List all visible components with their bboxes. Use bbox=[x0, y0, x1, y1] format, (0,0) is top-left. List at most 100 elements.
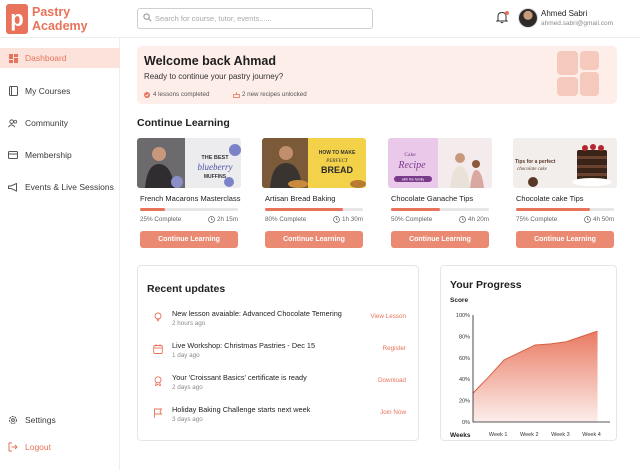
clock-icon bbox=[333, 216, 340, 223]
thumbnail-text: PERFECT bbox=[325, 159, 349, 164]
user-name[interactable]: Ahmed Sabri bbox=[541, 9, 587, 18]
progress-chart: 0% 20% 40% 60% 80% 100% Week 1 Week 2 Week 3 Week… bbox=[456, 313, 610, 438]
settings-label: Settings bbox=[25, 415, 56, 425]
x-tick-label: Week 1 bbox=[489, 432, 508, 438]
welcome-title: Welcome back Ahmad bbox=[144, 54, 276, 68]
course-duration: 1h 30m bbox=[333, 216, 363, 223]
course-card[interactable]: Tips for a perfect chocolate cake Chocol… bbox=[513, 138, 617, 250]
update-date: 3 days ago bbox=[172, 416, 203, 423]
sidebar-item-events[interactable]: Events & Live Sessions bbox=[0, 177, 120, 197]
thumbnail-text: Tips for a perfect bbox=[515, 159, 556, 165]
course-card[interactable]: HOW TO MAKE PERFECT BREAD Artisan Bread … bbox=[262, 138, 366, 250]
update-text: Your 'Croissant Basics' certificate is r… bbox=[172, 373, 307, 382]
users-icon bbox=[8, 118, 18, 128]
card-icon bbox=[8, 150, 18, 160]
recipes-unlocked-text: 2 new recipes unlocked bbox=[242, 91, 307, 98]
course-percent: 75% Complete bbox=[516, 216, 558, 223]
sidebar-item-membership[interactable]: Membership bbox=[0, 145, 120, 165]
course-progress-fill bbox=[265, 208, 344, 211]
welcome-banner: Welcome back Ahmad Ready to continue you… bbox=[137, 46, 617, 104]
course-duration: 4h 50m bbox=[584, 216, 614, 223]
brand-name-line1: Pastry bbox=[32, 5, 71, 19]
y-tick-label: 40% bbox=[459, 377, 470, 383]
sidebar-item-community[interactable]: Community bbox=[0, 113, 120, 133]
course-duration-text: 4h 50m bbox=[592, 216, 614, 223]
progress-panel: Your Progress Score 0% 20% 40% 60% 80% 100% We… bbox=[440, 265, 617, 441]
y-tick-label: 100% bbox=[456, 313, 470, 319]
course-card[interactable]: THE BEST blueberry MUFFINS French Macaro… bbox=[137, 138, 241, 250]
clock-icon bbox=[459, 216, 466, 223]
update-action-link[interactable]: View Lesson bbox=[370, 313, 406, 320]
award-icon bbox=[154, 376, 162, 386]
course-duration-text: 2h 15m bbox=[216, 216, 238, 223]
megaphone-icon bbox=[8, 182, 18, 192]
sidebar-item-label: Dashboard bbox=[25, 53, 67, 63]
logout-item[interactable]: Logout bbox=[0, 437, 120, 457]
update-item: Holiday Baking Challenge starts next wee… bbox=[138, 404, 418, 432]
sidebar-item-label: My Courses bbox=[25, 86, 71, 96]
search-box[interactable] bbox=[137, 8, 373, 29]
update-item: Your 'Croissant Basics' certificate is r… bbox=[138, 372, 418, 400]
settings-item[interactable]: Settings bbox=[0, 410, 120, 430]
sidebar-item-my-courses[interactable]: My Courses bbox=[0, 81, 120, 101]
y-tick-label: 20% bbox=[459, 399, 470, 405]
course-thumbnail[interactable]: HOW TO MAKE PERFECT BREAD bbox=[262, 138, 366, 188]
cake-icon bbox=[233, 91, 240, 98]
brand-logo[interactable]: p bbox=[6, 4, 28, 34]
course-title: French Macarons Masterclass bbox=[140, 194, 241, 203]
update-action-link[interactable]: Download bbox=[378, 377, 406, 384]
course-progress-fill bbox=[516, 208, 590, 211]
course-thumbnail[interactable]: Tips for a perfect chocolate cake bbox=[513, 138, 617, 188]
user-email: ahmed.sabri@gmail.com bbox=[541, 20, 613, 27]
sidebar-item-dashboard[interactable]: Dashboard bbox=[0, 48, 120, 68]
course-duration-text: 4h 20m bbox=[467, 216, 489, 223]
update-action-link[interactable]: Register bbox=[383, 345, 406, 352]
y-tick-label: 80% bbox=[459, 334, 470, 340]
calendar-icon bbox=[153, 344, 163, 354]
course-title: Chocolate cake Tips bbox=[516, 194, 584, 203]
continue-learning-button[interactable]: Continue Learning bbox=[140, 231, 238, 248]
lessons-completed-text: 4 lessons completed bbox=[153, 91, 210, 98]
continue-learning-button[interactable]: Continue Learning bbox=[265, 231, 363, 248]
update-date: 2 hours ago bbox=[172, 320, 206, 327]
thumbnail-text: Cake bbox=[404, 152, 416, 158]
thumbnail-text: BREAD bbox=[321, 165, 354, 175]
gear-icon bbox=[8, 415, 18, 425]
dashboard-icon bbox=[8, 53, 18, 63]
flag-icon bbox=[154, 408, 163, 418]
sidebar-item-label: Membership bbox=[25, 150, 72, 160]
y-tick-label: 0% bbox=[462, 420, 470, 426]
y-tick-label: 60% bbox=[459, 356, 470, 362]
course-card[interactable]: Cake Recipe with the family Chocolate Ga… bbox=[388, 138, 492, 250]
thumbnail-text: HOW TO MAKE bbox=[319, 150, 356, 156]
chart-x-axis-label: Weeks bbox=[450, 432, 471, 439]
brand-name[interactable]: Pastry Academy bbox=[32, 5, 88, 33]
update-date: 2 days ago bbox=[172, 384, 203, 391]
course-thumbnail[interactable]: THE BEST blueberry MUFFINS bbox=[137, 138, 241, 188]
course-duration-text: 1h 30m bbox=[341, 216, 363, 223]
course-percent: 80% Complete bbox=[265, 216, 307, 223]
update-item: Live Workshop: Christmas Pastries - Dec … bbox=[138, 340, 418, 368]
sidebar: Dashboard My Courses Community Membershi… bbox=[0, 38, 120, 470]
notification-dot bbox=[505, 11, 509, 15]
search-input[interactable] bbox=[155, 11, 365, 26]
avatar[interactable] bbox=[518, 8, 538, 28]
lessons-completed-stat: 4 lessons completed bbox=[144, 91, 209, 98]
update-text: New lesson avaiable: Advanced Chocolate … bbox=[172, 309, 342, 318]
continue-learning-button[interactable]: Continue Learning bbox=[391, 231, 489, 248]
course-thumbnail[interactable]: Cake Recipe with the family bbox=[388, 138, 492, 188]
course-duration: 4h 20m bbox=[459, 216, 489, 223]
recent-updates-panel: Recent updates New lesson avaiable: Adva… bbox=[137, 265, 419, 441]
update-action-link[interactable]: Join Now bbox=[380, 409, 406, 416]
lightbulb-icon bbox=[154, 312, 162, 322]
recent-updates-title: Recent updates bbox=[147, 283, 226, 295]
welcome-subtitle: Ready to continue your pastry journey? bbox=[144, 72, 284, 81]
update-item: New lesson avaiable: Advanced Chocolate … bbox=[138, 308, 418, 336]
continue-learning-title: Continue Learning bbox=[137, 117, 230, 129]
recipes-unlocked-stat: 2 new recipes unlocked bbox=[233, 91, 307, 98]
thumbnail-text: chocolate cake bbox=[517, 167, 548, 172]
sidebar-item-label: Community bbox=[25, 118, 68, 128]
course-duration: 2h 15m bbox=[208, 216, 238, 223]
course-progress-bar bbox=[140, 208, 238, 211]
continue-learning-button[interactable]: Continue Learning bbox=[516, 231, 614, 248]
